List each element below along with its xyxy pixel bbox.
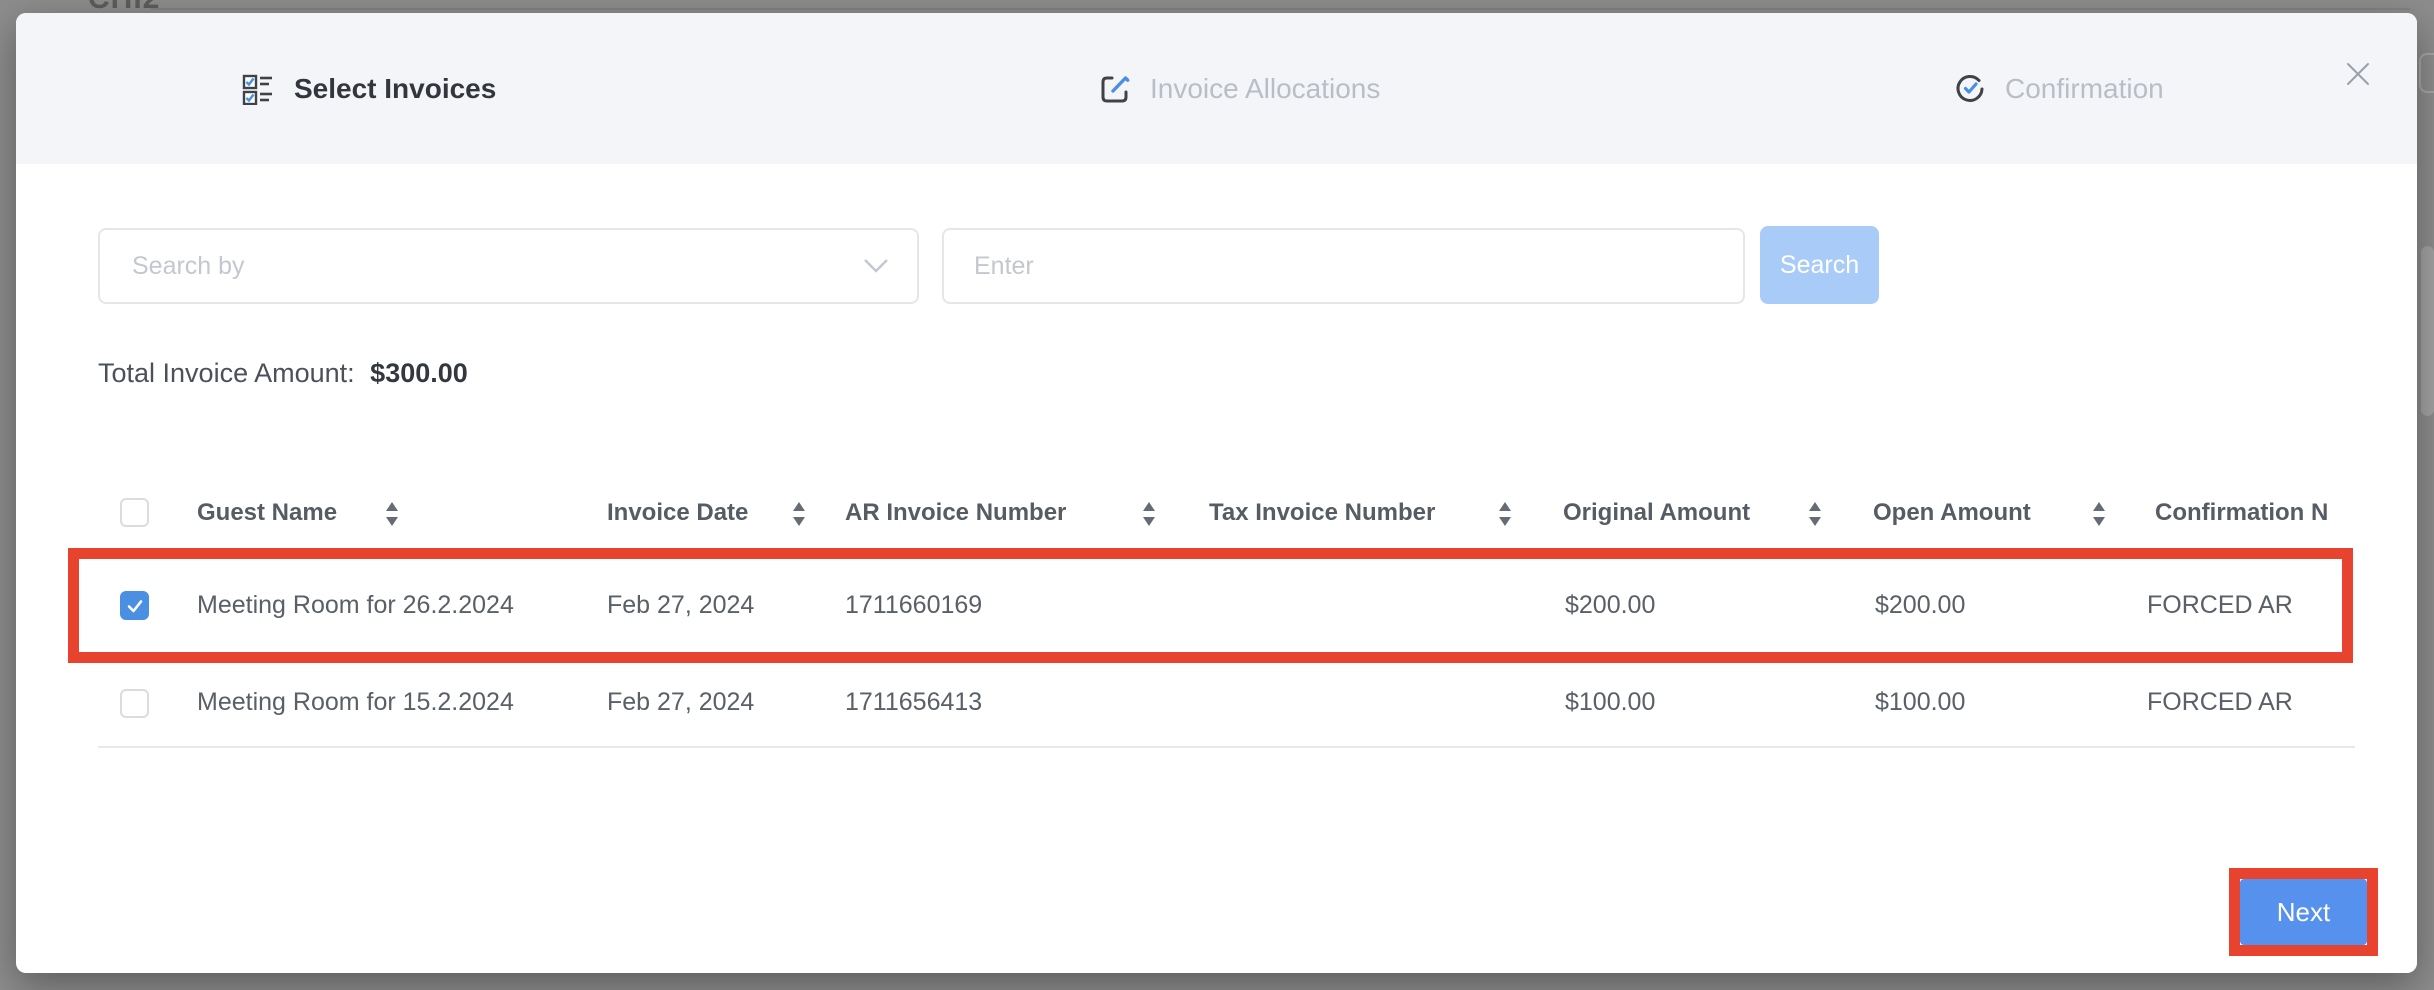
background-page-strip: CHI2	[0, 0, 2434, 13]
cell-confirmation: FORCED AR	[2147, 687, 2293, 717]
close-icon[interactable]	[2341, 57, 2375, 91]
select-invoices-modal: Select Invoices Invoice Allocations	[16, 13, 2417, 973]
step-confirmation[interactable]: Confirmation	[1955, 13, 2164, 164]
cell-original-amount: $200.00	[1565, 590, 1655, 620]
cell-invoice-date: Feb 27, 2024	[607, 687, 754, 717]
background-page-title: CHI2	[88, 0, 160, 13]
next-button[interactable]: Next	[2240, 879, 2367, 945]
search-button[interactable]: Search	[1760, 226, 1879, 304]
checklist-icon	[242, 73, 274, 105]
total-value: $300.00	[370, 358, 468, 388]
annotation-next-highlight: Next	[2229, 868, 2378, 956]
cell-guest-name: Meeting Room for 15.2.2024	[197, 687, 514, 717]
cell-open-amount: $100.00	[1875, 687, 1965, 717]
cell-open-amount: $200.00	[1875, 590, 1965, 620]
column-header-guest-name[interactable]: Guest Name	[197, 497, 337, 529]
background-button-outline	[2419, 53, 2434, 93]
cell-ar-invoice-number: 1711656413	[845, 687, 982, 717]
background-page-divider	[150, 8, 2410, 10]
step-select-invoices[interactable]: Select Invoices	[242, 13, 496, 164]
sort-arrows-icon[interactable]	[385, 502, 399, 526]
column-header-original-amount[interactable]: Original Amount	[1563, 497, 1750, 529]
background-scrollbar	[2421, 246, 2434, 416]
screen: CHI2 Select I	[0, 0, 2434, 990]
check-circle-icon	[1955, 74, 1985, 104]
column-header-open-amount[interactable]: Open Amount	[1873, 497, 2031, 529]
checkbox-checked-icon	[125, 596, 145, 616]
cell-ar-invoice-number: 1711660169	[845, 590, 982, 620]
search-by-placeholder: Search by	[132, 252, 863, 281]
column-header-tax-invoice-number[interactable]: Tax Invoice Number	[1209, 497, 1435, 529]
column-header-invoice-date[interactable]: Invoice Date	[607, 497, 748, 529]
row-checkbox[interactable]	[120, 689, 149, 718]
chevron-down-icon	[863, 258, 889, 274]
total-label: Total Invoice Amount:	[98, 358, 355, 388]
sort-arrows-icon[interactable]	[1498, 502, 1512, 526]
row-divider	[98, 746, 2355, 748]
select-all-checkbox[interactable]	[120, 498, 149, 527]
step-label: Confirmation	[2005, 73, 2164, 105]
search-value-input[interactable]	[942, 228, 1745, 304]
sort-arrows-icon[interactable]	[792, 502, 806, 526]
cell-invoice-date: Feb 27, 2024	[607, 590, 754, 620]
column-header-ar-invoice-number[interactable]: AR Invoice Number	[845, 497, 1066, 529]
cell-confirmation: FORCED AR	[2147, 590, 2293, 620]
search-by-select[interactable]: Search by	[98, 228, 919, 304]
sort-arrows-icon[interactable]	[2092, 502, 2106, 526]
total-invoice-amount: Total Invoice Amount: $300.00	[98, 358, 468, 389]
cell-original-amount: $100.00	[1565, 687, 1655, 717]
step-label: Invoice Allocations	[1150, 73, 1380, 105]
cell-guest-name: Meeting Room for 26.2.2024	[197, 590, 514, 620]
step-invoice-allocations[interactable]: Invoice Allocations	[1100, 13, 1380, 164]
step-label: Select Invoices	[294, 73, 496, 105]
pencil-square-icon	[1100, 74, 1130, 104]
wizard-steps-header: Select Invoices Invoice Allocations	[16, 13, 2417, 164]
row-checkbox[interactable]	[120, 591, 149, 620]
column-header-confirmation[interactable]: Confirmation N	[2155, 497, 2343, 529]
sort-arrows-icon[interactable]	[1808, 502, 1822, 526]
sort-arrows-icon[interactable]	[1142, 502, 1156, 526]
